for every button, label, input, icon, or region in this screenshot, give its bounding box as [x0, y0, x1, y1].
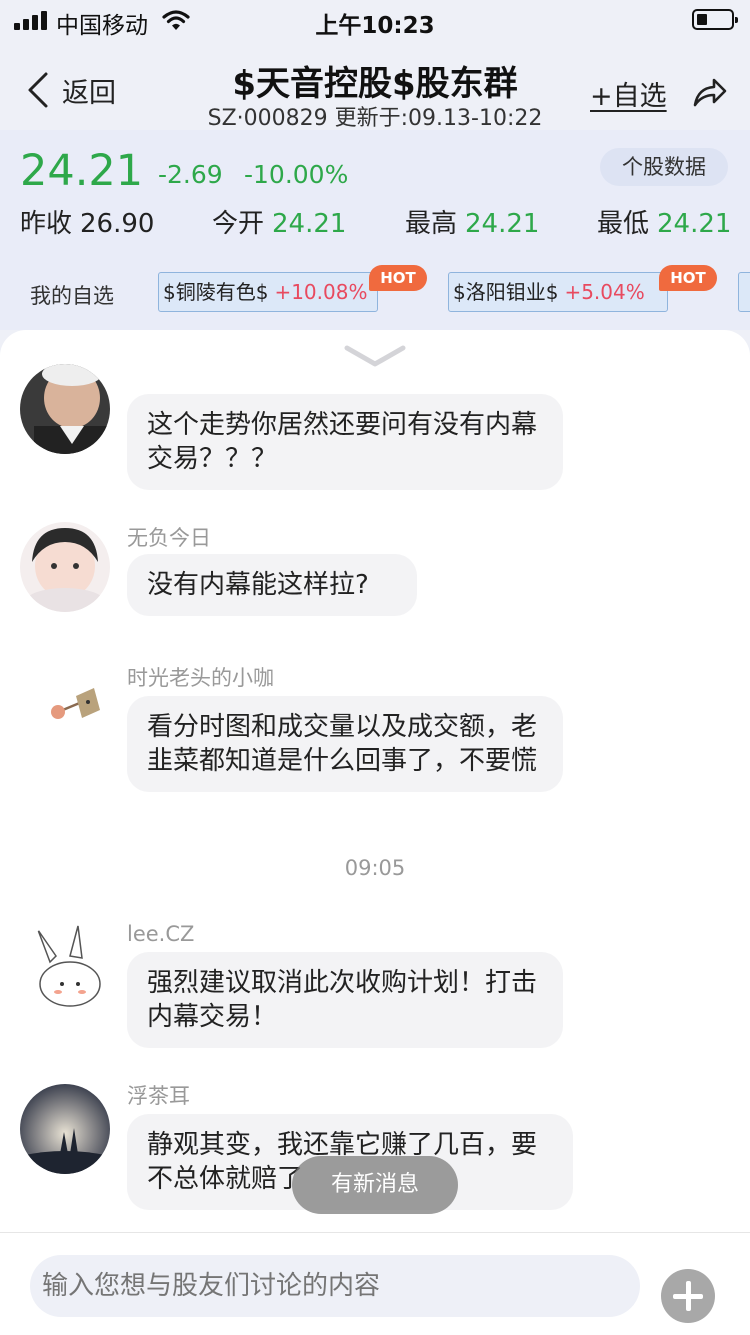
chat-message: 时光老头的小咖 看分时图和成交量以及成交额，老韭菜都知道是什么回事了，不要慌 [0, 660, 750, 830]
watchlist-chip-partial[interactable] [738, 272, 750, 312]
user-photo-icon [20, 666, 110, 756]
chat-message: lee.CZ 强烈建议取消此次收购计划！打击内幕交易！ [0, 922, 750, 1052]
stat-high: 最高 24.21 [405, 203, 539, 240]
price-change-percent: -10.00% [244, 160, 349, 189]
last-price: 24.21 [20, 146, 144, 196]
message-input[interactable] [30, 1255, 640, 1317]
user-name: 浮茶耳 [127, 1084, 190, 1108]
hot-badge: HOT [369, 265, 427, 291]
user-name: 无负今日 [127, 526, 211, 550]
chat-panel: 这个走势你居然还要问有没有内幕交易？？？ 无负今日 没有内幕能这样拉? 时光老头… [0, 330, 750, 1232]
stat-value: 24.21 [657, 209, 732, 239]
share-icon[interactable] [692, 76, 728, 108]
watchlist-chip[interactable]: $铜陵有色$ +10.08% HOT [158, 265, 427, 312]
stat-value: 24.21 [272, 209, 347, 239]
avatar[interactable] [20, 666, 110, 756]
chat-timestamp: 09:05 [344, 856, 406, 880]
quote-panel: 24.21 -2.69 -10.00% 个股数据 昨收 26.90 今开 24.21… [0, 130, 750, 330]
avatar[interactable] [20, 522, 110, 612]
chat-message: 这个走势你居然还要问有没有内幕交易？？？ [0, 330, 750, 490]
stat-label: 最高 [405, 209, 458, 239]
new-message-toast[interactable]: 有新消息 [292, 1156, 458, 1214]
input-bar [0, 1232, 750, 1335]
plus-icon[interactable] [661, 1269, 715, 1323]
stat-label: 今开 [212, 209, 265, 239]
user-name: 时光老头的小咖 [127, 666, 274, 690]
watchlist-label: 我的自选 [30, 284, 114, 308]
user-photo-icon [20, 922, 110, 1012]
stat-open: 今开 24.21 [212, 203, 346, 240]
message-bubble: 看分时图和成交量以及成交额，老韭菜都知道是什么回事了，不要慌 [127, 696, 563, 792]
message-bubble: 强烈建议取消此次收购计划！打击内幕交易！ [127, 952, 563, 1048]
user-photo-icon [20, 1084, 110, 1174]
avatar[interactable] [20, 1084, 110, 1174]
watchlist-chip[interactable]: $洛阳钼业$ +5.04% HOT [448, 265, 717, 312]
user-photo-icon [20, 522, 110, 612]
message-bubble: 这个走势你居然还要问有没有内幕交易？？？ [127, 394, 563, 490]
stat-value: 26.90 [80, 209, 155, 239]
chip-change: +10.08% [274, 280, 368, 304]
add-to-watchlist-button[interactable]: +自选 [590, 74, 667, 113]
status-time: 上午10:23 [315, 13, 435, 39]
stock-data-button[interactable]: 个股数据 [600, 148, 728, 186]
user-name: lee.CZ [127, 922, 195, 946]
chip-name: $铜陵有色$ [163, 280, 269, 304]
message-bubble: 没有内幕能这样拉? [127, 554, 417, 616]
stat-label: 最低 [597, 209, 650, 239]
avatar[interactable] [20, 922, 110, 1012]
status-bar: 中国移动 上午10:23 [0, 0, 750, 40]
chat-message: 无负今日 没有内幕能这样拉? [0, 516, 750, 636]
avatar[interactable] [20, 364, 110, 454]
stat-label: 昨收 [20, 209, 73, 239]
user-photo-icon [20, 364, 110, 454]
stat-value: 24.21 [465, 209, 540, 239]
nav-bar: 返回 $天音控股$股东群 SZ·000829 更新于:09.13-10:22 +… [0, 40, 750, 131]
chip-name: $洛阳钼业$ [453, 280, 559, 304]
chip-change: +5.04% [564, 280, 645, 304]
stat-prev-close: 昨收 26.90 [20, 203, 154, 240]
hot-badge: HOT [659, 265, 717, 291]
battery-icon [692, 9, 738, 30]
stat-low: 最低 24.21 [597, 203, 731, 240]
price-change: -2.69 [158, 160, 223, 189]
